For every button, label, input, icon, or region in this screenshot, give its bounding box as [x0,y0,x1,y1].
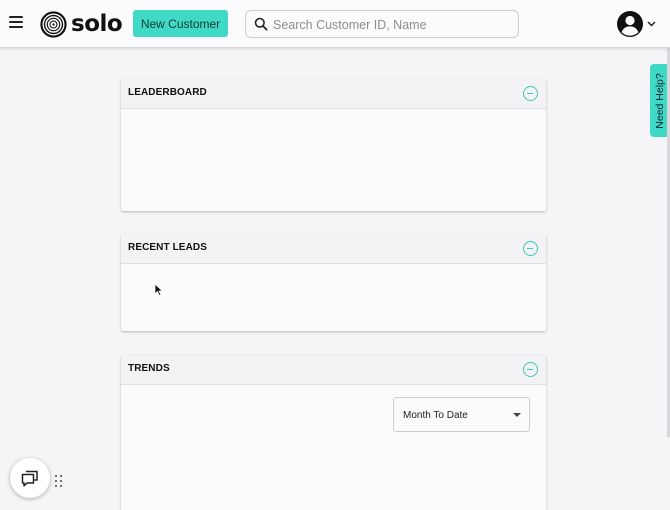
period-select[interactable]: Month To Date [393,397,530,432]
recent-leads-title: RECENT LEADS [128,242,207,253]
leaderboard-card: LEADERBOARD [121,79,546,211]
trends-title: TRENDS [128,363,170,374]
search-box[interactable] [245,10,519,38]
leaderboard-header: LEADERBOARD [121,79,546,109]
hamburger-icon[interactable] [9,16,23,30]
collapse-leaderboard-icon[interactable] [523,86,538,101]
trends-card: TRENDS Month To Date [121,355,546,510]
search-input[interactable] [273,15,426,35]
brand-name: solo [71,11,123,37]
need-help-label: Need Help? [654,72,666,129]
recent-leads-header: RECENT LEADS [121,234,546,264]
mouse-cursor-icon [154,283,164,297]
chat-bubbles-icon [21,470,38,487]
account-menu[interactable] [616,10,656,38]
caret-down-icon [513,413,521,417]
collapse-trends-icon[interactable] [523,362,538,377]
collapse-recent-leads-icon[interactable] [523,241,538,256]
top-app-bar: solo New Customer [0,0,670,48]
new-customer-button[interactable]: New Customer [133,10,228,37]
account-circle-icon [617,11,643,37]
recent-leads-card: RECENT LEADS [121,234,546,331]
chevron-down-icon [647,21,656,27]
brand-logo[interactable]: solo [40,10,123,38]
drag-handle-icon[interactable] [55,475,63,488]
period-select-value: Month To Date [403,410,468,421]
search-icon [254,17,268,31]
trends-header: TRENDS [121,355,546,385]
chat-button[interactable] [10,458,50,498]
solo-swirl-icon [40,10,67,38]
leaderboard-title: LEADERBOARD [128,87,207,98]
